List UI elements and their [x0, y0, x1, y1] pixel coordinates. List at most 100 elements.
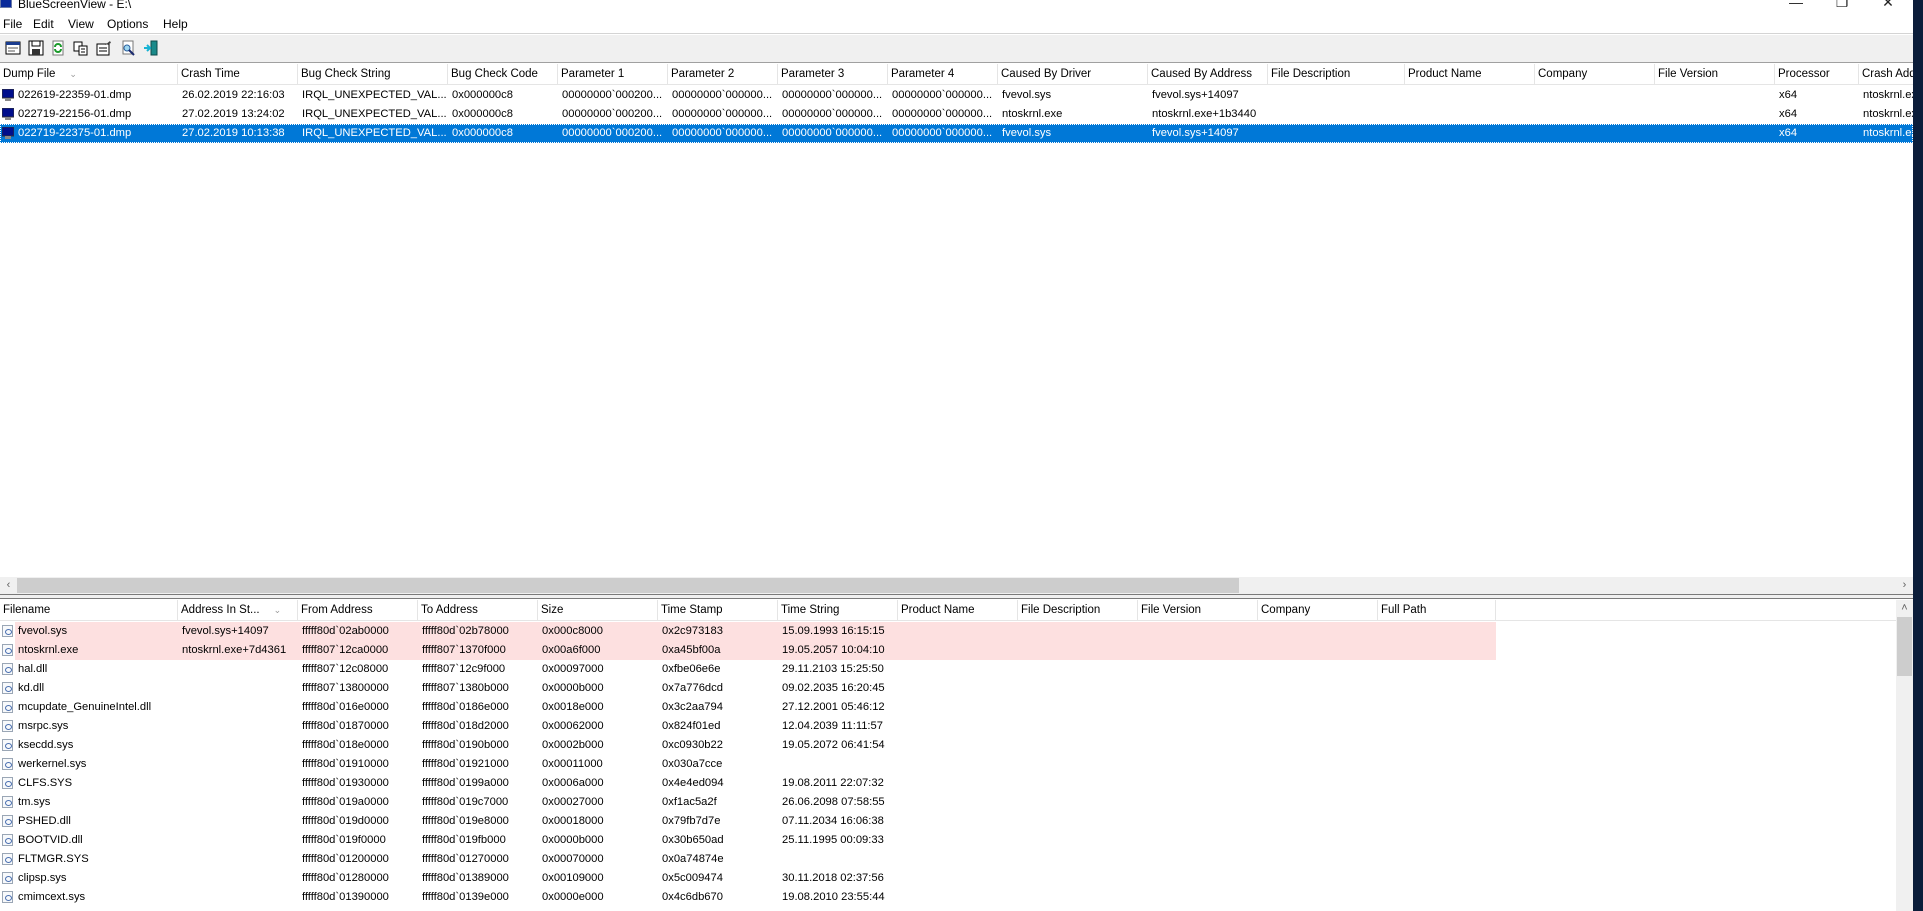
- column-header-company[interactable]: Company: [1258, 600, 1378, 621]
- crash-row[interactable]: 022719-22156-01.dmp 27.02.2019 13:24:02 IR…: [0, 105, 1913, 124]
- column-header-caused-by-driver[interactable]: Caused By Driver: [998, 64, 1148, 85]
- column-header-parameter-2[interactable]: Parameter 2: [668, 64, 778, 85]
- column-header-caused-by-address[interactable]: Caused By Address: [1148, 64, 1268, 85]
- column-header-parameter-1[interactable]: Parameter 1: [558, 64, 668, 85]
- module-row[interactable]: msrpc.sys fffff80d`01870000 fffff80d`018d2…: [0, 717, 1896, 736]
- exit-button[interactable]: [142, 39, 160, 57]
- save-button[interactable]: [27, 39, 45, 57]
- crash-list[interactable]: Dump File ⌄ Crash Time Bug Check String B…: [0, 64, 1913, 577]
- sort-indicator-icon: ⌄: [69, 69, 77, 79]
- column-header-product-name[interactable]: Product Name: [898, 600, 1018, 621]
- module-row[interactable]: BOOTVID.dll fffff80d`019f0000 fffff80d`019…: [0, 831, 1896, 850]
- copy-button[interactable]: [72, 39, 90, 57]
- column-header-company[interactable]: Company: [1535, 64, 1655, 85]
- find-button[interactable]: [119, 39, 137, 57]
- column-header-time-stamp[interactable]: Time Stamp: [658, 600, 778, 621]
- column-header-bug-check-string[interactable]: Bug Check String: [298, 64, 448, 85]
- module-row[interactable]: kd.dll fffff807`13800000 fffff807`1380b000…: [0, 679, 1896, 698]
- column-header-crash-address[interactable]: Crash Address: [1859, 64, 1913, 85]
- module-row[interactable]: tm.sys fffff80d`019a0000 fffff80d`019c7000…: [0, 793, 1896, 812]
- menu-help[interactable]: Help: [163, 17, 188, 31]
- column-header-parameter-3[interactable]: Parameter 3: [778, 64, 888, 85]
- cell-file-desc: [1269, 105, 1405, 124]
- cell-size: 0x0000b000: [542, 682, 604, 694]
- menu-file[interactable]: File: [3, 17, 22, 31]
- column-header-full-path[interactable]: Full Path: [1378, 600, 1496, 621]
- cell-crash-time: 26.02.2019 22:16:03: [182, 89, 285, 101]
- column-header-bug-check-code[interactable]: Bug Check Code: [448, 64, 558, 85]
- cell-size: 0x0000e000: [542, 891, 604, 903]
- column-header-file-version[interactable]: File Version: [1138, 600, 1258, 621]
- column-header-time-string[interactable]: Time String: [778, 600, 898, 621]
- column-header-address-in-stack[interactable]: Address In St... ⌄: [178, 600, 298, 621]
- crash-row[interactable]: 022619-22359-01.dmp 26.02.2019 22:16:03 IR…: [0, 86, 1913, 105]
- module-row[interactable]: PSHED.dll fffff80d`019d0000 fffff80d`019e8…: [0, 812, 1896, 831]
- cell-filename: kd.dll: [18, 682, 45, 694]
- module-file-icon: [2, 682, 13, 694]
- close-button[interactable]: ✕: [1865, 0, 1911, 14]
- cell-timestring: 19.05.2057 10:04:10: [782, 644, 885, 656]
- menu-view[interactable]: View: [68, 17, 94, 31]
- properties-button[interactable]: [95, 39, 113, 57]
- cell-from: fffff80d`016e0000: [302, 701, 389, 713]
- maximize-button[interactable]: ❐: [1819, 0, 1865, 14]
- column-label: Dump File: [3, 68, 56, 80]
- cell-filename: FLTMGR.SYS: [18, 853, 89, 865]
- module-list[interactable]: Filename Address In St... ⌄ From Address …: [0, 600, 1896, 911]
- scroll-right-arrow-icon[interactable]: ›: [1896, 577, 1913, 594]
- column-header-file-description[interactable]: File Description: [1018, 600, 1138, 621]
- module-row[interactable]: fvevol.sys fvevol.sys+14097 fffff80d`02ab0…: [0, 622, 1896, 641]
- cell-addr-in-stack: [179, 679, 298, 698]
- cell-filename: mcupdate_GenuineIntel.dll: [18, 701, 152, 713]
- cell-addr-in-stack: [179, 717, 298, 736]
- minimize-button[interactable]: —: [1773, 0, 1819, 14]
- crash-row[interactable]: 022719-22375-01.dmp 27.02.2019 10:13:38 IR…: [0, 124, 1913, 143]
- module-row[interactable]: CLFS.SYS fffff80d`01930000 fffff80d`0199a0…: [0, 774, 1896, 793]
- column-header-from-address[interactable]: From Address: [298, 600, 418, 621]
- module-row[interactable]: FLTMGR.SYS fffff80d`01200000 fffff80d`0127…: [0, 850, 1896, 869]
- column-header-processor[interactable]: Processor: [1775, 64, 1859, 85]
- column-header-parameter-4[interactable]: Parameter 4: [888, 64, 998, 85]
- module-row[interactable]: ntoskrnl.exe ntoskrnl.exe+7d4361 fffff807`…: [0, 641, 1896, 660]
- module-row[interactable]: werkernel.sys fffff80d`01910000 fffff80d`0…: [0, 755, 1896, 774]
- cell-to: fffff80d`019e8000: [422, 815, 509, 827]
- refresh-button[interactable]: [49, 39, 67, 57]
- module-file-icon: [2, 891, 13, 903]
- scroll-up-arrow-icon[interactable]: ˄: [1896, 600, 1913, 617]
- cell-addr-in-stack: [179, 812, 298, 831]
- module-file-icon: [2, 777, 13, 789]
- horizontal-scrollbar[interactable]: ‹ ›: [0, 577, 1913, 594]
- module-row[interactable]: clipsp.sys fffff80d`01280000 fffff80d`0138…: [0, 869, 1896, 888]
- horizontal-scroll-thumb[interactable]: [17, 578, 1239, 593]
- vertical-scrollbar[interactable]: ˄: [1896, 600, 1913, 911]
- cell-crash-address: ntoskrnl.exe: [1863, 89, 1913, 101]
- html-report-button[interactable]: [4, 39, 22, 57]
- module-row[interactable]: ksecdd.sys fffff80d`018e0000 fffff80d`0190…: [0, 736, 1896, 755]
- module-row[interactable]: cmimcext.sys fffff80d`01390000 fffff80d`01…: [0, 888, 1896, 907]
- pane-splitter[interactable]: [0, 594, 1913, 599]
- menu-bar: File Edit View Options Help: [0, 15, 1913, 34]
- column-header-file-version[interactable]: File Version: [1655, 64, 1775, 85]
- column-header-product-name[interactable]: Product Name: [1405, 64, 1535, 85]
- app-icon: [0, 0, 12, 8]
- module-row[interactable]: mcupdate_GenuineIntel.dll fffff80d`016e00…: [0, 698, 1896, 717]
- cell-filename: ntoskrnl.exe: [18, 644, 79, 656]
- cell-processor: x64: [1779, 89, 1798, 101]
- column-header-to-address[interactable]: To Address: [418, 600, 538, 621]
- vertical-scroll-thumb[interactable]: [1897, 617, 1912, 676]
- column-header-crash-time[interactable]: Crash Time: [178, 64, 298, 85]
- options-icon: [96, 41, 111, 56]
- module-file-icon: [2, 625, 13, 637]
- scroll-left-arrow-icon[interactable]: ‹: [0, 577, 17, 594]
- cell-filename: tm.sys: [18, 796, 51, 808]
- column-header-filename[interactable]: Filename: [0, 600, 178, 621]
- menu-options[interactable]: Options: [107, 17, 148, 31]
- dump-file-icon: [1, 126, 15, 139]
- menu-edit[interactable]: Edit: [33, 17, 54, 31]
- column-header-file-description[interactable]: File Description: [1268, 64, 1405, 85]
- module-file-icon: [2, 701, 13, 713]
- column-header-dump-file[interactable]: Dump File ⌄: [0, 64, 178, 85]
- cell-addr-in-stack: ntoskrnl.exe+7d4361: [182, 644, 287, 656]
- module-row[interactable]: hal.dll fffff807`12c08000 fffff807`12c9f00…: [0, 660, 1896, 679]
- column-header-size[interactable]: Size: [538, 600, 658, 621]
